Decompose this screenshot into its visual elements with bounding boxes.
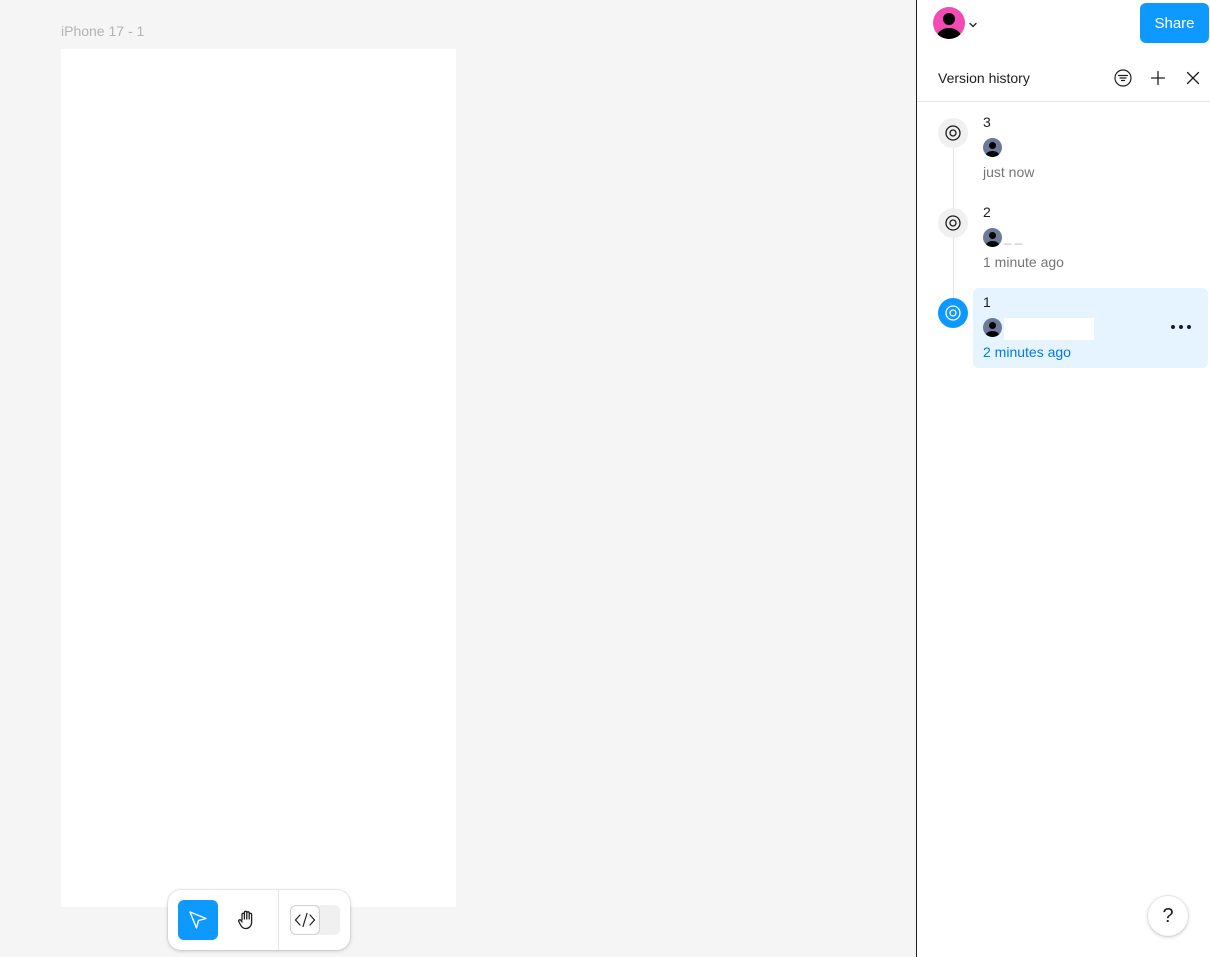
version-item: 3 just now (917, 108, 1210, 188)
chevron-down-icon[interactable] (968, 17, 978, 28)
author-avatar (983, 228, 1002, 247)
hand-tool-button[interactable] (227, 900, 267, 940)
version-number: 2 (983, 204, 991, 220)
toolbar-divider (278, 890, 279, 950)
frame-label[interactable]: iPhone 17 - 1 (61, 23, 144, 39)
add-version-button[interactable] (1146, 66, 1170, 90)
version-card[interactable]: 1 2 minutes ago (973, 288, 1208, 368)
version-card[interactable]: 3 just now (973, 108, 1208, 188)
version-number: 1 (983, 294, 991, 310)
move-tool-button[interactable] (178, 900, 218, 940)
version-item: 2 _ _ 1 minute ago (917, 198, 1210, 278)
bottom-toolbar (168, 890, 350, 950)
help-button[interactable]: ? (1148, 896, 1188, 936)
user-avatar[interactable] (933, 7, 965, 39)
share-button[interactable]: Share (1140, 3, 1209, 43)
version-node (938, 208, 968, 238)
cursor-icon (189, 911, 207, 929)
dev-mode-knob (290, 905, 320, 935)
iphone-frame[interactable] (61, 49, 456, 907)
person-icon (985, 142, 1000, 157)
version-item-selected: 1 2 minutes ago (917, 288, 1210, 368)
version-number: 3 (983, 114, 991, 130)
target-icon (945, 305, 961, 321)
code-icon (294, 912, 316, 928)
dev-mode-toggle[interactable] (290, 905, 340, 935)
more-options-button[interactable] (1169, 317, 1193, 337)
right-panel: Share Version history 3 just now 2 _ _ 1… (916, 0, 1210, 957)
version-node (938, 298, 968, 328)
target-icon (945, 215, 961, 231)
canvas[interactable]: iPhone 17 - 1 (0, 0, 916, 957)
person-icon (985, 232, 1000, 247)
filter-button[interactable] (1111, 66, 1135, 90)
close-icon (1186, 71, 1200, 85)
target-icon (945, 125, 961, 141)
filter-icon (1114, 69, 1132, 87)
version-node (938, 118, 968, 148)
author-avatar (983, 138, 1002, 157)
version-author: _ _ (1004, 230, 1023, 245)
version-time: 1 minute ago (983, 254, 1064, 270)
more-horizontal-icon (1171, 325, 1191, 329)
top-bar: Share (917, 0, 1210, 46)
version-author-input[interactable] (1004, 318, 1094, 340)
plus-icon (1150, 70, 1166, 86)
author-avatar (983, 318, 1002, 337)
person-icon (985, 322, 1000, 337)
version-time: 2 minutes ago (983, 344, 1071, 360)
hand-icon (238, 910, 253, 930)
person-icon (937, 13, 961, 39)
version-card[interactable]: 2 _ _ 1 minute ago (973, 198, 1208, 278)
version-time: just now (983, 164, 1035, 180)
version-history-title: Version history (938, 70, 1030, 86)
version-history-header: Version history (917, 54, 1210, 102)
close-button[interactable] (1181, 66, 1205, 90)
